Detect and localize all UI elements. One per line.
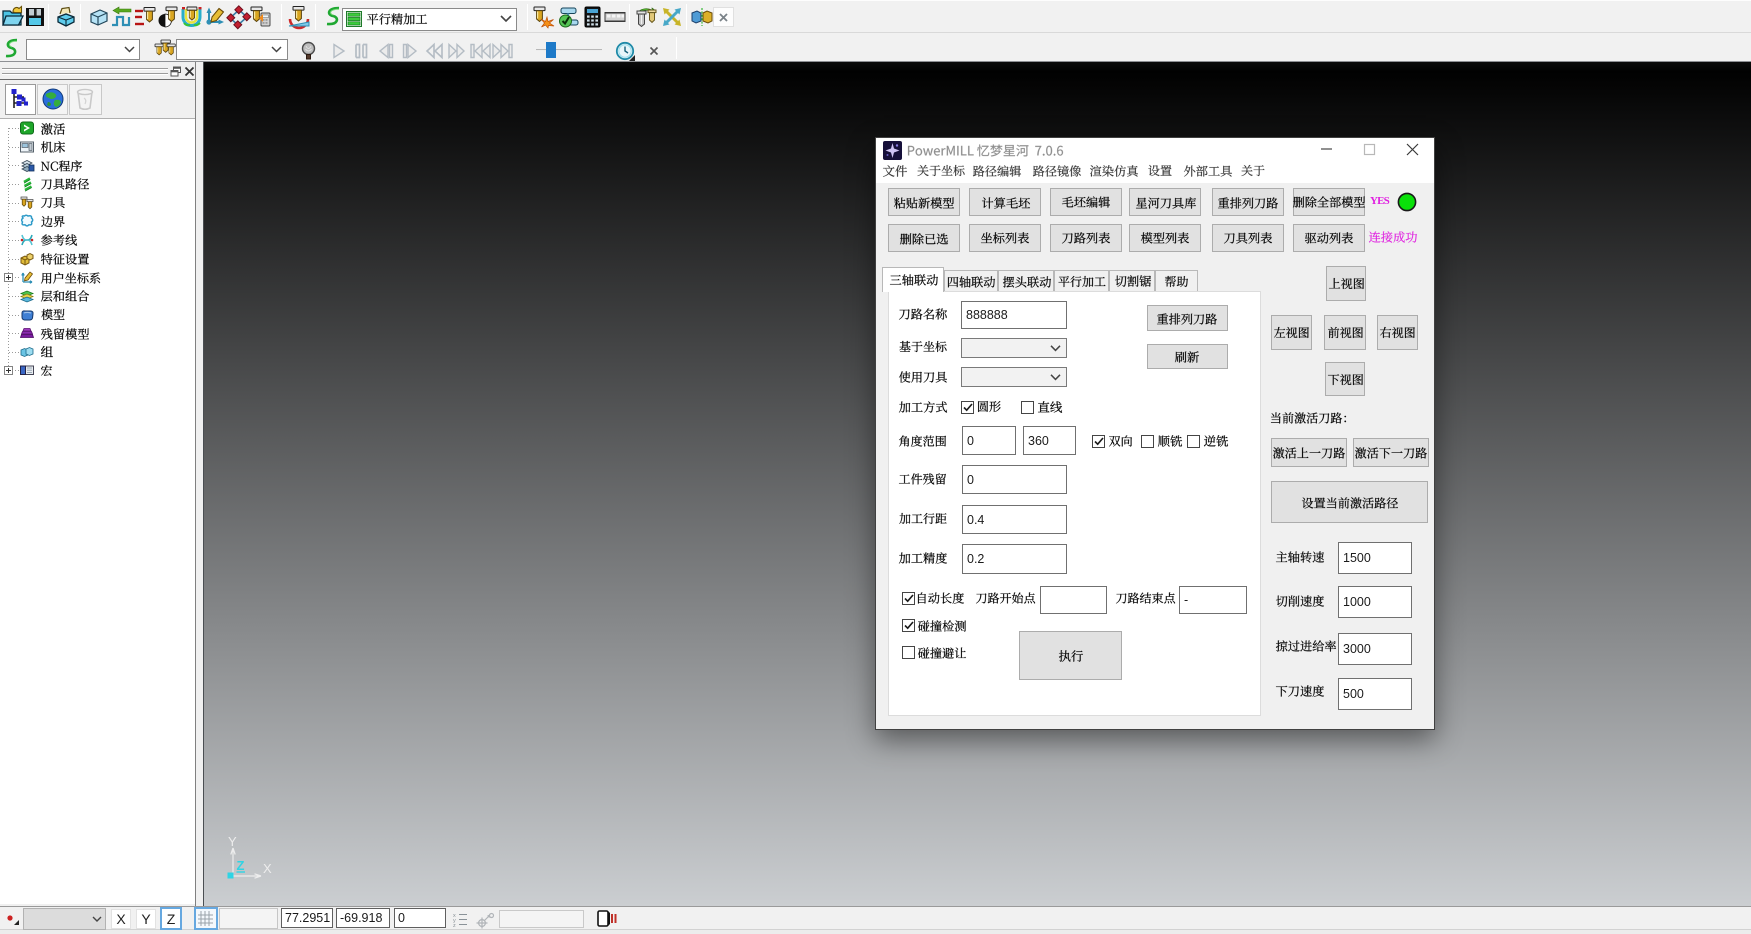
svg-text:X: X <box>263 861 272 876</box>
svg-text:z: z <box>453 923 456 929</box>
svg-text:Y: Y <box>228 834 237 849</box>
svg-text:Z: Z <box>237 858 245 873</box>
